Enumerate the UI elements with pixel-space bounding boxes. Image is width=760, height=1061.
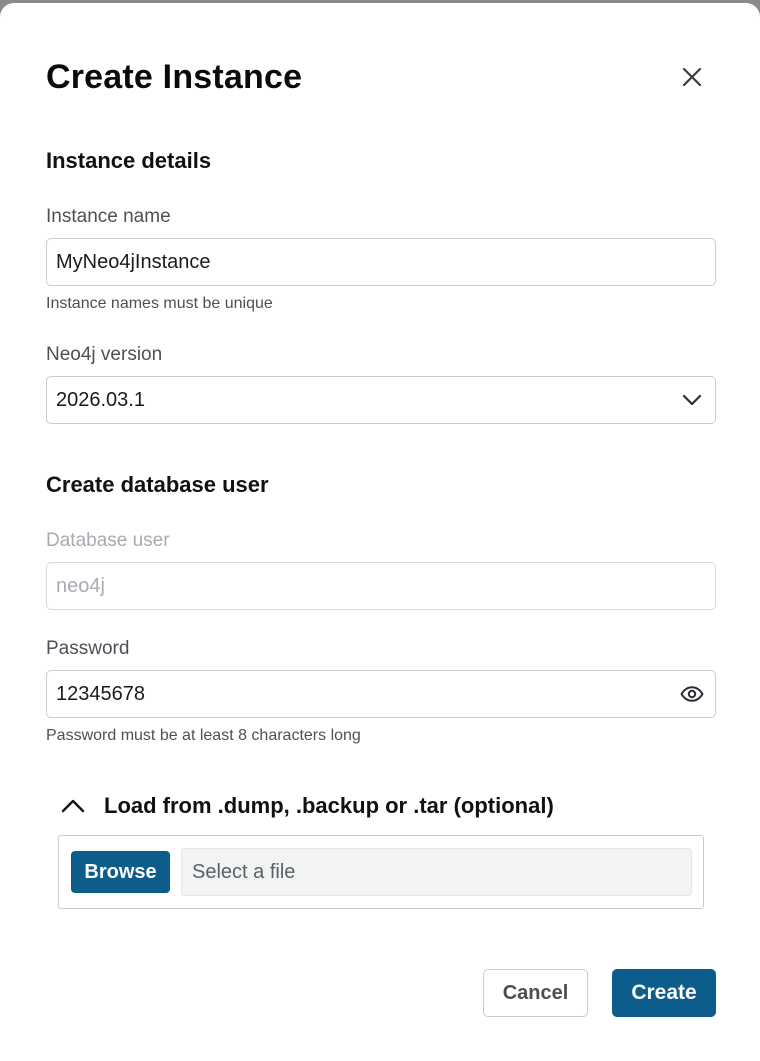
database-user-input: neo4j <box>46 562 716 610</box>
password-value: 12345678 <box>56 682 145 705</box>
database-user-value: neo4j <box>56 574 105 597</box>
file-select-input[interactable]: Select a file <box>181 848 692 896</box>
file-placeholder: Select a file <box>192 860 296 883</box>
cancel-button[interactable]: Cancel <box>483 969 588 1017</box>
instance-name-value: MyNeo4jInstance <box>56 250 211 273</box>
database-user-label: Database user <box>46 530 170 551</box>
file-upload-box: Browse Select a file <box>58 835 704 909</box>
chevron-down-icon <box>676 384 708 416</box>
chevron-up-icon <box>61 799 85 813</box>
load-file-toggle[interactable]: Load from .dump, .backup or .tar (option… <box>60 789 620 823</box>
neo4j-version-select[interactable]: 2026.03.1 <box>46 376 716 424</box>
eye-icon[interactable] <box>676 678 708 710</box>
close-button[interactable] <box>674 59 710 95</box>
instance-name-label: Instance name <box>46 206 171 227</box>
create-instance-dialog: Create Instance Instance details Instanc… <box>0 3 760 1061</box>
create-button[interactable]: Create <box>612 969 716 1017</box>
neo4j-version-label: Neo4j version <box>46 344 163 365</box>
instance-name-help: Instance names must be unique <box>46 295 273 312</box>
load-file-label: Load from .dump, .backup or .tar (option… <box>104 793 554 818</box>
password-help: Password must be at least 8 characters l… <box>46 727 361 744</box>
password-input[interactable]: 12345678 <box>46 670 716 718</box>
database-user-heading: Create database user <box>46 472 269 497</box>
dialog-title: Create Instance <box>46 58 303 96</box>
instance-details-heading: Instance details <box>46 148 212 173</box>
password-label: Password <box>46 638 130 659</box>
neo4j-version-value: 2026.03.1 <box>56 388 145 411</box>
instance-name-input[interactable]: MyNeo4jInstance <box>46 238 716 286</box>
close-icon <box>682 67 702 87</box>
browse-button[interactable]: Browse <box>71 851 170 893</box>
